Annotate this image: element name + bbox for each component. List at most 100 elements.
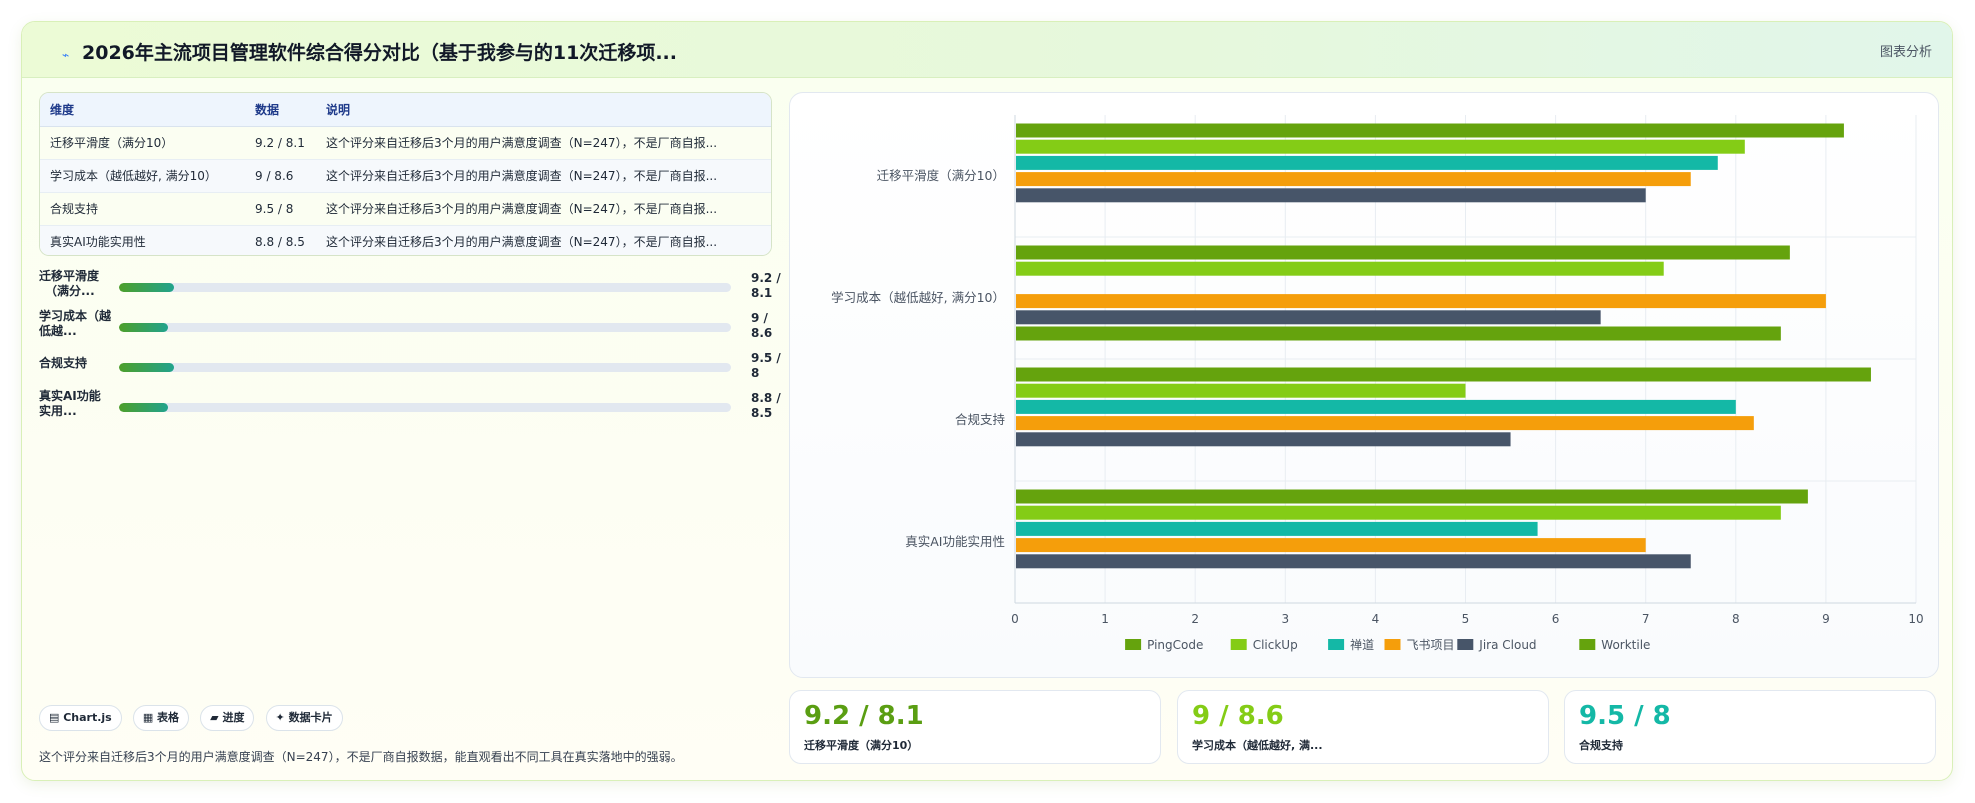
y-tick-label: 迁移平滑度（满分10）: [877, 168, 1005, 183]
page-title-text: 2026年主流项目管理软件综合得分对比（基于我参与的11次迁移项...: [82, 42, 677, 64]
table-row: 合规支持 9.5 / 8 这个评分来自迁移后3个月的用户满意度调查（N=247）…: [40, 192, 771, 226]
table-cell-description: 这个评分来自迁移后3个月的用户满意度调查（N=247），不是厂商自报...: [316, 159, 771, 193]
legend-swatch: [1579, 639, 1596, 650]
bar: [1016, 416, 1754, 431]
chip-chartjs[interactable]: ▤ Chart.js: [39, 705, 122, 731]
table-cell-data: 9 / 8.6: [245, 159, 316, 193]
x-tick-label: 8: [1732, 612, 1740, 626]
legend-label: Jira Cloud: [1478, 638, 1536, 652]
bar: [1016, 123, 1844, 138]
progress-value: 8.8 /8.5: [751, 391, 781, 420]
bar: [1016, 367, 1871, 382]
bar: [1016, 538, 1646, 553]
footnote: 这个评分来自迁移后3个月的用户满意度调查（N=247），不是厂商自报数据，能直观…: [39, 750, 683, 764]
bar: [1016, 294, 1826, 309]
bar-chart: 0 1 2 3 4 5 6 7 8 9 10 迁移平滑度（满分10） 学习成本（越低越好, 满分10） 合…: [831, 115, 1924, 652]
progress-label: 迁移平滑度 （满分...: [39, 269, 100, 298]
chip-data-cards[interactable]: ✦ 数据卡片: [265, 705, 343, 731]
legend-label: Worktile: [1601, 638, 1650, 652]
x-tick-label: 9: [1822, 612, 1830, 626]
bar: [1016, 521, 1538, 536]
legend-label: 飞书项目: [1407, 638, 1455, 652]
chip-progress[interactable]: ▰ 进度: [200, 705, 255, 731]
legend-label: ClickUp: [1253, 638, 1298, 652]
table-header-row: 维度 数据 说明: [40, 93, 771, 127]
progress-fill: [119, 323, 168, 332]
progress-track: [119, 363, 731, 372]
view-switcher: ▤ Chart.js ▦ 表格 ▰ 进度 ✦ 数据卡片: [39, 705, 349, 731]
stat-value: 9.2 / 8.1: [804, 701, 924, 731]
x-tick-label: 0: [1011, 612, 1019, 626]
progress-row: 真实AI功能 实用... 8.8 /8.5: [39, 389, 781, 429]
bar: [1016, 326, 1781, 341]
progress-value: 9 /8.6: [751, 311, 773, 340]
chart-analysis-tag[interactable]: 图表分析: [1880, 41, 1932, 60]
x-tick-label: 1: [1101, 612, 1109, 626]
table-cell-description: 这个评分来自迁移后3个月的用户满意度调查（N=247），不是厂商自报...: [316, 225, 771, 255]
stat-value: 9.5 / 8: [1579, 701, 1671, 731]
x-tick-label: 6: [1552, 612, 1560, 626]
table-cell-data: 9.5 / 8: [245, 192, 316, 226]
table-cell-dimension: 合规支持: [40, 192, 245, 226]
stat-label: 合规支持: [1579, 739, 1623, 752]
table-header-dimension: 维度: [40, 93, 245, 127]
data-table: 维度 数据 说明 迁移平滑度（满分10） 9.2 / 8.1 这个评分来自迁移后…: [39, 92, 772, 256]
stat-card: 9 / 8.6 学习成本（越低越好, 满...: [1177, 690, 1549, 764]
page-title: ⌁ 2026年主流项目管理软件综合得分对比（基于我参与的11次迁移项...: [62, 38, 677, 65]
x-tick-label: 5: [1462, 612, 1470, 626]
bar: [1016, 489, 1808, 504]
bar: [1016, 188, 1646, 203]
progress-fill: [119, 283, 175, 292]
progress-fill: [119, 363, 175, 372]
legend-swatch: [1328, 639, 1345, 650]
table-header-description: 说明: [316, 93, 771, 127]
x-tick-label: 7: [1642, 612, 1650, 626]
chip-table[interactable]: ▦ 表格: [132, 705, 190, 731]
progress-track: [119, 323, 731, 332]
table-cell-dimension: 真实AI功能实用性: [40, 225, 245, 255]
table-cell-data: 8.8 / 8.5: [245, 225, 316, 255]
table-cell-dimension: 迁移平滑度（满分10）: [40, 126, 245, 160]
chart-card: 0 1 2 3 4 5 6 7 8 9 10 迁移平滑度（满分10） 学习成本（越低越好, 满分10） 合…: [789, 92, 1939, 678]
bar: [1016, 383, 1466, 398]
x-tick-label: 10: [1908, 612, 1923, 626]
bar: [1016, 245, 1790, 260]
bar: [1016, 399, 1736, 414]
stat-label: 迁移平滑度（满分10）: [804, 739, 919, 752]
bar: [1016, 554, 1691, 569]
main-card: ⌁ 2026年主流项目管理软件综合得分对比（基于我参与的11次迁移项... 图表分…: [21, 21, 1953, 781]
bar: [1016, 172, 1691, 187]
legend-label: 禅道: [1350, 638, 1374, 652]
stat-label: 学习成本（越低越好, 满...: [1192, 739, 1323, 752]
bar: [1016, 310, 1601, 325]
x-tick-label: 3: [1281, 612, 1289, 626]
legend-label: PingCode: [1147, 638, 1203, 652]
bar: [1016, 432, 1511, 447]
progress-value: 9.2 /8.1: [751, 271, 781, 300]
table-row: 学习成本（越低越好, 满分10） 9 / 8.6 这个评分来自迁移后3个月的用户…: [40, 159, 771, 193]
table-cell-description: 这个评分来自迁移后3个月的用户满意度调查（N=247），不是厂商自报...: [316, 192, 771, 226]
progress-row: 学习成本（越 低越... 9 /8.6: [39, 309, 772, 349]
progress-track: [119, 403, 731, 412]
progress-list: 迁移平滑度 （满分... 9.2 /8.1 学习成本（越 低越... 9 /8.6 …: [39, 269, 781, 429]
table-cell-dimension: 学习成本（越低越好, 满分10）: [40, 159, 245, 193]
progress-value: 9.5 /8: [751, 351, 781, 380]
table-cell-data: 9.2 / 8.1: [245, 126, 316, 160]
table-row: 真实AI功能实用性 8.8 / 8.5 这个评分来自迁移后3个月的用户满意度调查…: [40, 225, 771, 255]
stat-card: 9.5 / 8 合规支持: [1564, 690, 1936, 764]
y-tick-label: 合规支持: [955, 412, 1005, 427]
x-tick-label: 2: [1191, 612, 1199, 626]
legend-swatch: [1125, 639, 1142, 650]
table-row: 迁移平滑度（满分10） 9.2 / 8.1 这个评分来自迁移后3个月的用户满意度…: [40, 126, 771, 160]
bar: [1016, 505, 1781, 520]
progress-row: 合规支持 9.5 /8: [39, 349, 781, 389]
table-header-data: 数据: [245, 93, 316, 127]
stat-card: 9.2 / 8.1 迁移平滑度（满分10）: [789, 690, 1161, 764]
y-tick-label: 真实AI功能实用性: [905, 534, 1005, 549]
progress-fill: [119, 403, 168, 412]
x-tick-label: 4: [1372, 612, 1380, 626]
progress-label: 合规支持: [39, 356, 88, 370]
progress-label: 学习成本（越 低越...: [39, 309, 112, 338]
card-header: ⌁ 2026年主流项目管理软件综合得分对比（基于我参与的11次迁移项... 图表分…: [22, 22, 1952, 78]
chart-line-icon: ⌁: [62, 48, 70, 62]
